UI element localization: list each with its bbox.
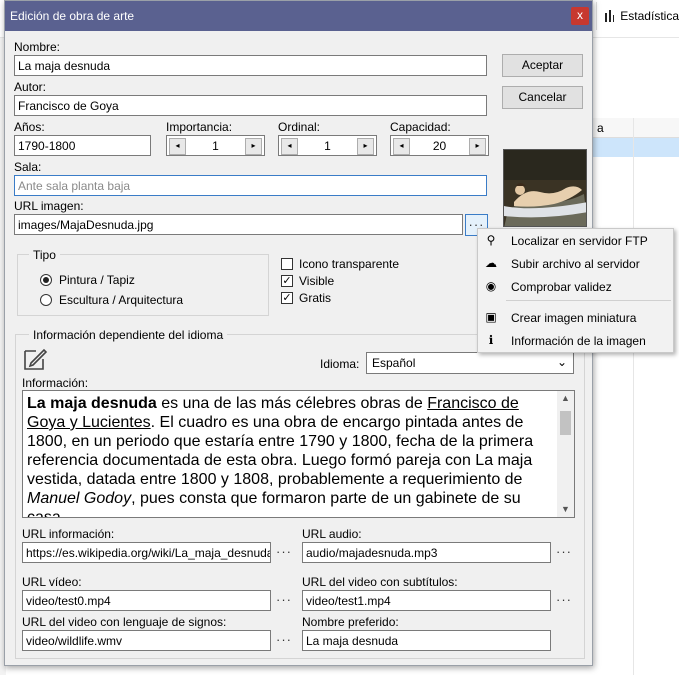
image-icon: ▣ — [485, 310, 497, 324]
anios-input[interactable]: 1790-1800 — [14, 135, 151, 156]
escultura-radio[interactable] — [40, 294, 52, 306]
url-audio-ellipsis-button[interactable]: ··· — [556, 544, 572, 559]
nombre-preferido-input[interactable]: La maja desnuda — [302, 630, 551, 651]
menu-item-label: Localizar en servidor FTP — [511, 234, 648, 248]
menu-item-label: Crear imagen miniatura — [511, 311, 637, 325]
url-video-ellipsis-button[interactable]: ··· — [276, 592, 292, 607]
menu-item-comprobar-validez[interactable]: ◉ Comprobar validez — [478, 276, 673, 298]
gratis-label: Gratis — [299, 291, 332, 305]
ordinal-label: Ordinal: — [278, 120, 321, 134]
bar-chart-icon — [605, 10, 615, 22]
ordinal-stepper[interactable]: 1 ◂ ▸ — [278, 135, 377, 156]
informacion-label: Información: — [22, 376, 89, 390]
image-url-context-menu: ⚲ Localizar en servidor FTP ☁ Subir arch… — [477, 228, 674, 353]
autor-input[interactable]: Francisco de Goya — [14, 95, 487, 116]
decrement-arrow-icon[interactable]: ◂ — [281, 138, 298, 155]
grid-selected-row[interactable] — [593, 138, 679, 157]
decrement-arrow-icon[interactable]: ◂ — [169, 138, 186, 155]
artwork-thumbnail — [503, 149, 587, 227]
importancia-label: Importancia: — [166, 120, 233, 134]
url-video-sub-input[interactable]: video/test1.mp4 — [302, 590, 551, 611]
importancia-stepper[interactable]: 1 ◂ ▸ — [166, 135, 265, 156]
dialog-titlebar: Edición de obra de arte x — [5, 1, 592, 31]
visible-checkbox[interactable]: ✓ — [281, 275, 293, 287]
increment-arrow-icon[interactable]: ▸ — [469, 138, 486, 155]
anios-label: Años: — [14, 120, 45, 134]
menu-item-label: Comprobar validez — [511, 280, 612, 294]
background-grid: a — [593, 118, 679, 675]
grid-header: a — [593, 118, 679, 138]
url-audio-label: URL audio: — [302, 527, 362, 541]
increment-arrow-icon[interactable]: ▸ — [357, 138, 374, 155]
url-imagen-label: URL imagen: — [14, 199, 84, 213]
dialog-title: Edición de obra de arte — [10, 9, 135, 23]
url-informacion-input[interactable]: https://es.wikipedia.org/wiki/La_maja_de… — [22, 542, 271, 563]
increment-arrow-icon[interactable]: ▸ — [245, 138, 262, 155]
url-video-sub-label: URL del video con subtítulos: — [302, 575, 458, 589]
menu-item-info-imagen[interactable]: ℹ Información de la imagen — [478, 330, 673, 352]
idioma-select[interactable]: Español ⌄ — [366, 352, 574, 374]
menu-item-subir-archivo[interactable]: ☁ Subir archivo al servidor — [478, 253, 673, 275]
cloud-upload-icon: ☁ — [485, 256, 497, 270]
menu-item-localizar-ftp[interactable]: ⚲ Localizar en servidor FTP — [478, 230, 673, 252]
search-icon: ⚲ — [486, 233, 496, 247]
chevron-down-icon: ⌄ — [556, 355, 567, 369]
url-video-sign-input[interactable]: video/wildlife.wmv — [22, 630, 271, 651]
accept-button[interactable]: Aceptar — [502, 54, 583, 77]
icono-transparente-label: Icono transparente — [299, 257, 400, 271]
capacidad-label: Capacidad: — [390, 120, 451, 134]
statistics-button[interactable]: Estadística — [596, 2, 679, 30]
close-button[interactable]: x — [571, 7, 589, 25]
scroll-down-icon[interactable]: ▼ — [561, 504, 570, 514]
menu-item-crear-miniatura[interactable]: ▣ Crear imagen miniatura — [478, 307, 673, 329]
capacidad-stepper[interactable]: 20 ◂ ▸ — [390, 135, 489, 156]
informacion-scrollbar[interactable]: ▲ ▼ — [557, 391, 574, 517]
decrement-arrow-icon[interactable]: ◂ — [393, 138, 410, 155]
nombre-input[interactable]: La maja desnuda — [14, 55, 487, 76]
scroll-thumb[interactable] — [560, 411, 571, 435]
cancel-button[interactable]: Cancelar — [502, 86, 583, 109]
url-video-input[interactable]: video/test0.mp4 — [22, 590, 271, 611]
idioma-group-label: Información dependiente del idioma — [29, 328, 228, 342]
statistics-label: Estadística — [620, 9, 679, 23]
menu-item-label: Subir archivo al servidor — [511, 257, 640, 271]
url-video-sub-ellipsis-button[interactable]: ··· — [556, 592, 572, 607]
edit-icon[interactable] — [22, 346, 48, 372]
sala-input[interactable]: Ante sala planta baja — [14, 175, 487, 196]
url-video-label: URL vídeo: — [22, 575, 82, 589]
nombre-label: Nombre: — [14, 40, 61, 54]
menu-item-label: Información de la imagen — [511, 334, 646, 348]
gratis-checkbox[interactable]: ✓ — [281, 292, 293, 304]
pintura-radio[interactable] — [40, 274, 52, 286]
url-informacion-ellipsis-button[interactable]: ··· — [276, 544, 292, 559]
url-audio-input[interactable]: audio/majadesnuda.mp3 — [302, 542, 551, 563]
icono-transparente-checkbox[interactable] — [281, 258, 293, 270]
url-imagen-input[interactable]: images/MajaDesnuda.jpg — [14, 214, 463, 235]
scroll-up-icon[interactable]: ▲ — [561, 393, 570, 403]
eye-icon: ◉ — [485, 279, 497, 293]
idioma-label: Idioma: — [320, 357, 360, 371]
informacion-text: La maja desnuda es una de las más célebr… — [27, 395, 534, 518]
autor-label: Autor: — [14, 80, 47, 94]
sala-label: Sala: — [14, 160, 42, 174]
visible-label: Visible — [299, 274, 335, 288]
url-video-sign-label: URL del video con lenguaje de signos: — [22, 615, 227, 629]
grid-header-label: a — [597, 121, 604, 135]
tipo-label: Tipo — [29, 248, 60, 262]
info-icon: ℹ — [488, 333, 494, 347]
idioma-value: Español — [372, 356, 416, 370]
nombre-preferido-label: Nombre preferido: — [302, 615, 399, 629]
informacion-textarea[interactable]: La maja desnuda es una de las más célebr… — [22, 390, 575, 518]
pintura-label: Pintura / Tapiz — [59, 273, 135, 287]
url-video-sign-ellipsis-button[interactable]: ··· — [276, 632, 292, 647]
escultura-label: Escultura / Arquitectura — [59, 293, 184, 307]
menu-separator — [506, 300, 671, 301]
url-informacion-label: URL información: — [22, 527, 115, 541]
